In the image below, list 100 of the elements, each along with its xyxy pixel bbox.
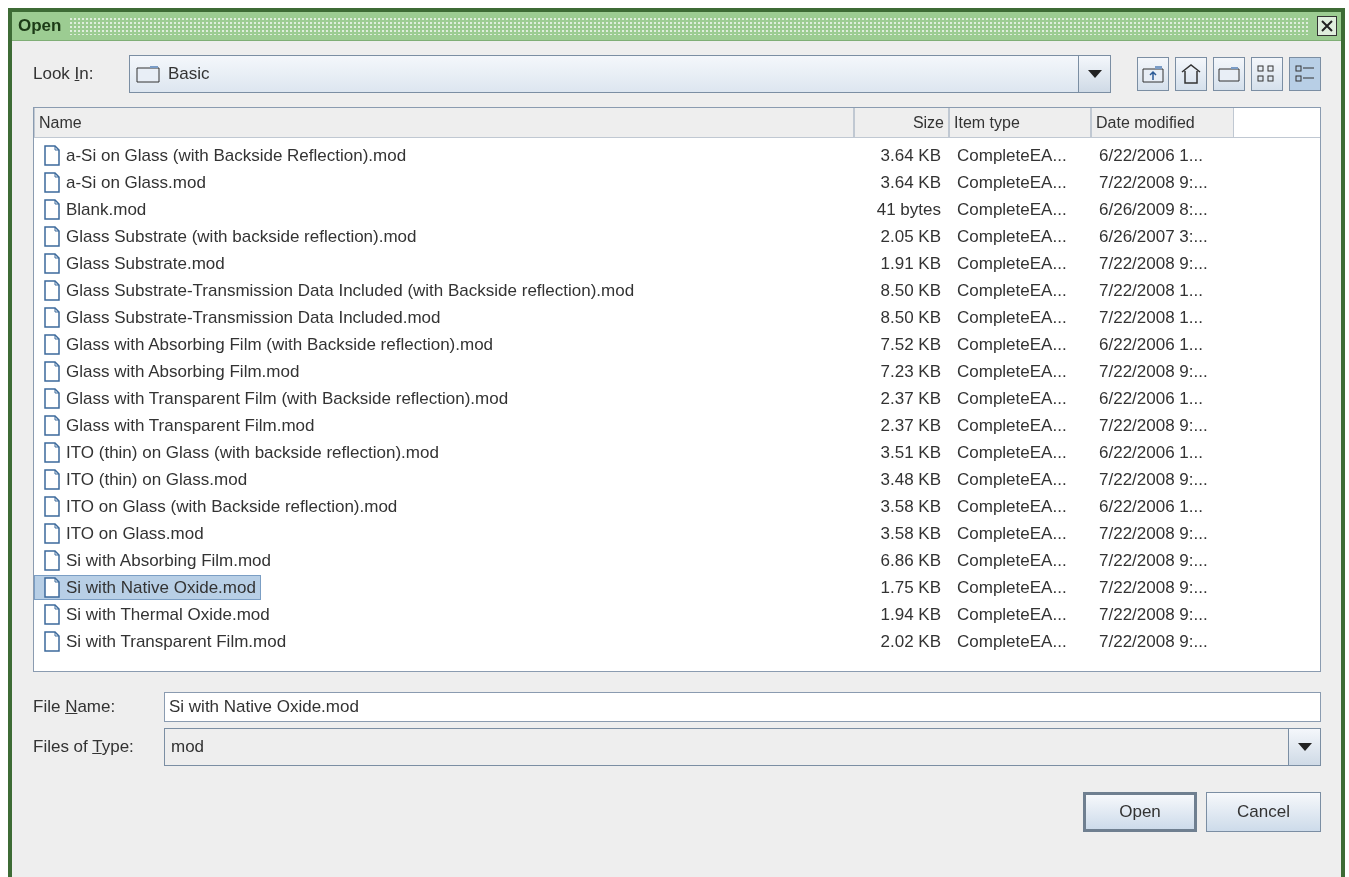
- date-modified: 7/22/2008 9:...: [1098, 577, 1209, 598]
- date-modified: 7/22/2008 9:...: [1098, 172, 1209, 193]
- file-size: 1.91 KB: [879, 253, 942, 274]
- date-modified: 7/22/2008 9:...: [1098, 550, 1209, 571]
- close-button[interactable]: [1317, 16, 1337, 36]
- caret-icon: [1087, 70, 1102, 78]
- file-icon: [44, 550, 60, 571]
- date-modified: 6/22/2006 1...: [1098, 496, 1204, 517]
- details-view-button[interactable]: [1289, 57, 1321, 91]
- home-icon: [1180, 64, 1202, 84]
- file-name-cell[interactable]: Glass Substrate-Transmission Data Included (with Backside reflection).mod: [34, 278, 640, 303]
- item-type: CompleteEA...: [956, 361, 1068, 382]
- file-name-cell[interactable]: ITO (thin) on Glass.mod: [34, 467, 253, 492]
- file-type-dropdown[interactable]: mod: [164, 728, 1321, 766]
- file-name-cell[interactable]: a-Si on Glass.mod: [34, 170, 211, 195]
- item-type: CompleteEA...: [956, 469, 1068, 490]
- file-name-field[interactable]: Si with Native Oxide.mod: [164, 692, 1321, 722]
- file-name-cell[interactable]: Si with Native Oxide.mod: [34, 575, 261, 600]
- file-type-value: mod: [171, 737, 205, 757]
- item-type: CompleteEA...: [956, 577, 1068, 598]
- dropdown-button[interactable]: [1078, 56, 1110, 92]
- item-type: CompleteEA...: [956, 604, 1068, 625]
- item-type: CompleteEA...: [956, 145, 1068, 166]
- look-in-value: Basic: [168, 64, 210, 84]
- folder-icon: [1218, 66, 1240, 82]
- file-size: 3.48 KB: [879, 469, 942, 490]
- item-type: CompleteEA...: [956, 280, 1068, 301]
- file-size: 2.02 KB: [879, 631, 942, 652]
- file-name-label: File Name:: [33, 697, 117, 717]
- caret-icon: [1297, 743, 1312, 751]
- file-icon: [44, 199, 60, 220]
- file-name-cell[interactable]: Glass with Absorbing Film (with Backside reflection).mod: [34, 332, 499, 357]
- file-icon: [44, 172, 60, 193]
- file-name-cell[interactable]: ITO on Glass (with Backside reflection).mod: [34, 494, 403, 519]
- file-name-cell[interactable]: Glass with Transparent Film (with Backside reflection).mod: [34, 386, 514, 411]
- folder-up-icon: [1142, 65, 1164, 83]
- close-icon: [1321, 20, 1333, 32]
- look-in-dropdown[interactable]: Basic: [129, 55, 1111, 93]
- column-header[interactable]: Item type: [949, 108, 1091, 138]
- date-modified: 6/22/2006 1...: [1098, 145, 1204, 166]
- date-modified: 6/22/2006 1...: [1098, 388, 1204, 409]
- file-name-cell[interactable]: Glass Substrate (with backside reflection).mod: [34, 224, 422, 249]
- file-icon: [44, 226, 60, 247]
- file-name-cell[interactable]: a-Si on Glass (with Backside Reflection).mod: [34, 143, 412, 168]
- file-name-cell[interactable]: Si with Absorbing Film.mod: [34, 548, 277, 573]
- date-modified: 7/22/2008 9:...: [1098, 361, 1209, 382]
- details-view-icon: [1295, 65, 1315, 83]
- file-size: 1.94 KB: [879, 604, 942, 625]
- file-size: 2.37 KB: [879, 388, 942, 409]
- file-name-cell[interactable]: Si with Thermal Oxide.mod: [34, 602, 275, 627]
- new-folder-button[interactable]: [1213, 57, 1245, 91]
- up-folder-button[interactable]: [1137, 57, 1169, 91]
- item-type: CompleteEA...: [956, 172, 1068, 193]
- date-modified: 6/26/2007 3:...: [1098, 226, 1209, 247]
- list-view-button[interactable]: [1251, 57, 1283, 91]
- file-size: 6.86 KB: [879, 550, 942, 571]
- list-view-icon: [1257, 65, 1277, 83]
- file-icon: [44, 469, 60, 490]
- file-name-cell[interactable]: Si with Transparent Film.mod: [34, 629, 292, 654]
- file-name-cell[interactable]: ITO (thin) on Glass (with backside reflection).mod: [34, 440, 444, 465]
- open-button[interactable]: Open: [1083, 792, 1197, 832]
- file-icon: [44, 415, 60, 436]
- home-button[interactable]: [1175, 57, 1207, 91]
- dropdown-button[interactable]: [1288, 729, 1320, 765]
- file-size: 3.64 KB: [879, 145, 942, 166]
- date-modified: 7/22/2008 9:...: [1098, 253, 1209, 274]
- date-modified: 6/26/2009 8:...: [1098, 199, 1209, 220]
- item-type: CompleteEA...: [956, 199, 1068, 220]
- file-icon: [44, 334, 60, 355]
- look-in-label: Look In:: [33, 64, 95, 84]
- column-header[interactable]: Size: [854, 108, 949, 138]
- file-size: 7.52 KB: [879, 334, 942, 355]
- file-size: 41 bytes: [875, 199, 942, 220]
- file-name-cell[interactable]: Blank.mod: [34, 197, 152, 222]
- item-type: CompleteEA...: [956, 550, 1068, 571]
- file-size: 8.50 KB: [879, 307, 942, 328]
- file-name-cell[interactable]: ITO on Glass.mod: [34, 521, 209, 546]
- file-size: 3.58 KB: [879, 496, 942, 517]
- file-size: 3.58 KB: [879, 523, 942, 544]
- date-modified: 7/22/2008 9:...: [1098, 604, 1209, 625]
- item-type: CompleteEA...: [956, 226, 1068, 247]
- file-size: 8.50 KB: [879, 280, 942, 301]
- file-icon: [44, 253, 60, 274]
- item-type: CompleteEA...: [956, 334, 1068, 355]
- file-icon: [44, 577, 60, 598]
- column-header[interactable]: Date modified: [1091, 108, 1234, 138]
- window-title: Open: [18, 16, 62, 36]
- cancel-button[interactable]: Cancel: [1206, 792, 1321, 832]
- file-name-cell[interactable]: Glass Substrate.mod: [34, 251, 230, 276]
- file-icon: [44, 442, 60, 463]
- item-type: CompleteEA...: [956, 307, 1068, 328]
- date-modified: 6/22/2006 1...: [1098, 442, 1204, 463]
- file-name-cell[interactable]: Glass Substrate-Transmission Data Included.mod: [34, 305, 446, 330]
- file-icon: [44, 523, 60, 544]
- file-name-cell[interactable]: Glass with Absorbing Film.mod: [34, 359, 305, 384]
- date-modified: 7/22/2008 9:...: [1098, 415, 1209, 436]
- file-name-cell[interactable]: Glass with Transparent Film.mod: [34, 413, 320, 438]
- item-type: CompleteEA...: [956, 496, 1068, 517]
- column-header[interactable]: Name: [34, 108, 854, 138]
- file-icon: [44, 388, 60, 409]
